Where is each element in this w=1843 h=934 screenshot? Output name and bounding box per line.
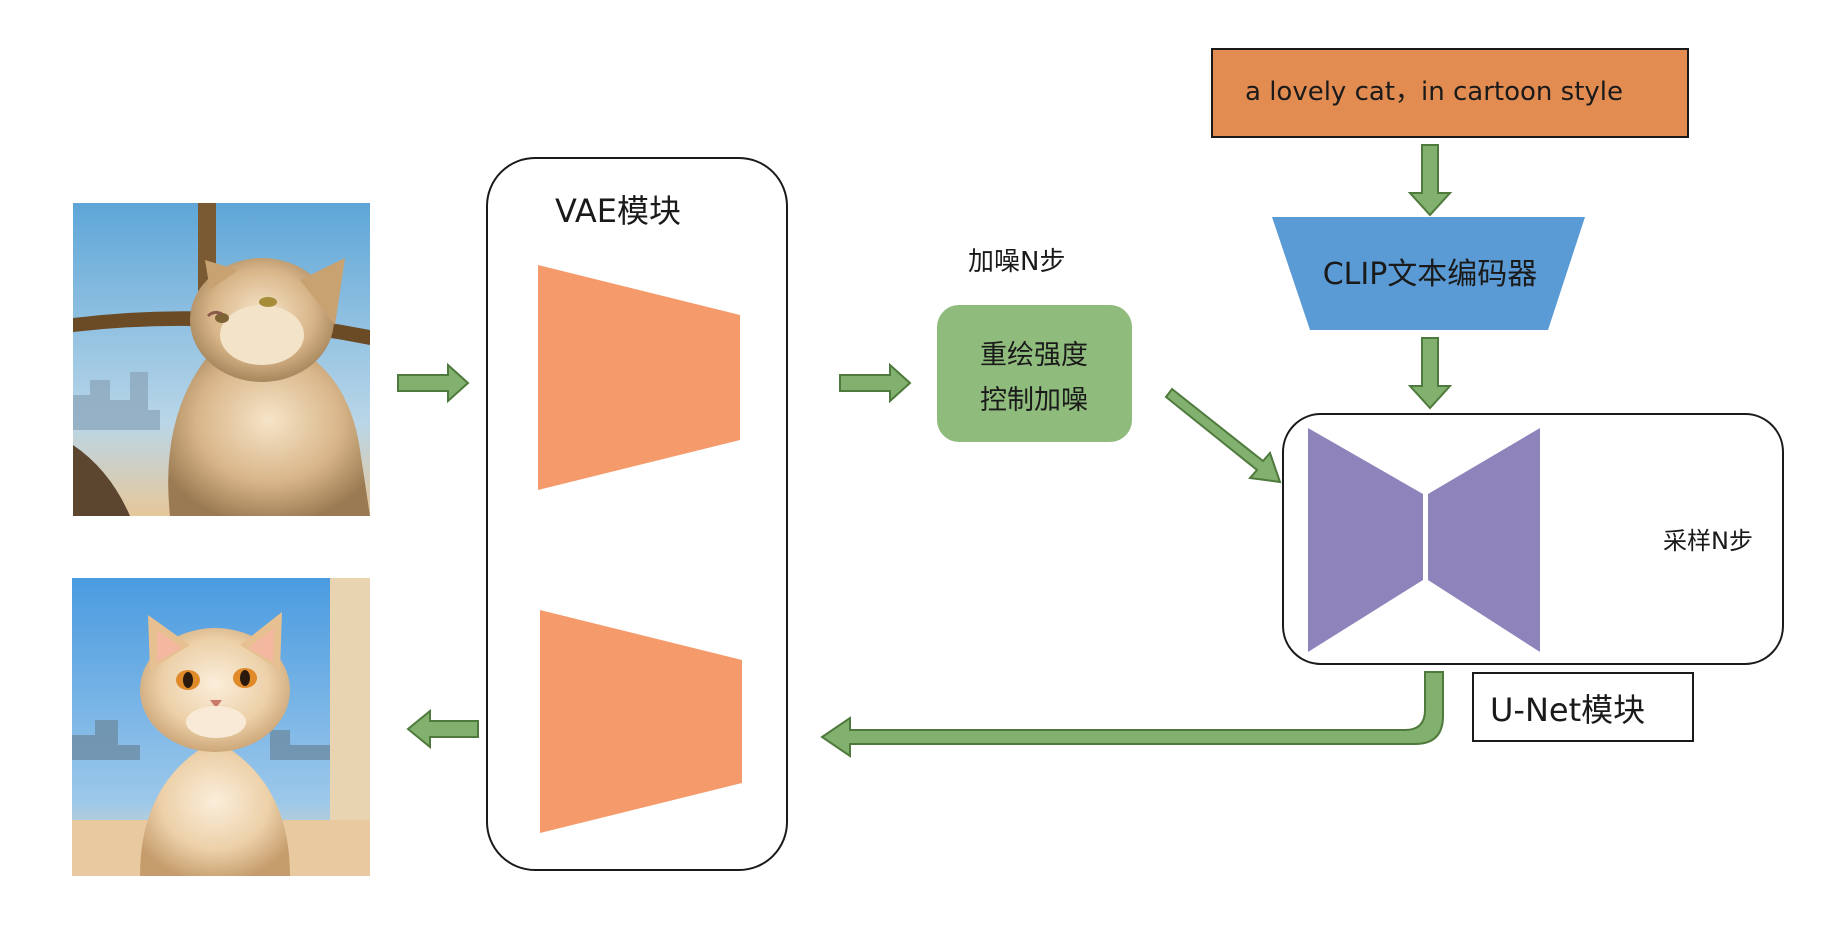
arrow-photo-to-vae: [397, 362, 470, 404]
output-cat-photo: [72, 578, 370, 876]
diagram-canvas: VAE模块 加噪N步 重绘强度 控制加噪 a lovely cat，in car…: [72, 48, 1784, 876]
sampling-label: 采样N步: [1663, 527, 1753, 555]
prompt-text: a lovely cat，in cartoon style: [1245, 77, 1623, 107]
vae-module: VAE模块: [486, 157, 788, 871]
noise-box-line2: 控制加噪: [980, 385, 1088, 416]
arrow-noise-to-unet: [1164, 387, 1282, 484]
noise-top-label: 加噪N步: [968, 247, 1065, 277]
clip-encoder: CLIP文本编码器: [1272, 217, 1585, 330]
arrow-unet-to-vae: [820, 671, 1444, 758]
clip-label: CLIP文本编码器: [1323, 257, 1538, 292]
vae-title: VAE模块: [555, 192, 681, 230]
arrow-clip-to-unet: [1407, 337, 1453, 410]
noise-control-box: 重绘强度 控制加噪: [937, 305, 1132, 442]
unet-label-box: U-Net模块: [1472, 672, 1694, 742]
noise-box-line1: 重绘强度: [980, 340, 1088, 371]
prompt-box: a lovely cat，in cartoon style: [1211, 48, 1689, 138]
unet-module: 采样N步: [1282, 413, 1784, 665]
arrow-vae-to-noise: [839, 362, 912, 404]
unet-label: U-Net模块: [1490, 691, 1645, 729]
input-cat-photo: [73, 203, 370, 516]
arrow-prompt-to-clip: [1407, 144, 1453, 217]
arrow-vae-to-output: [406, 708, 479, 750]
